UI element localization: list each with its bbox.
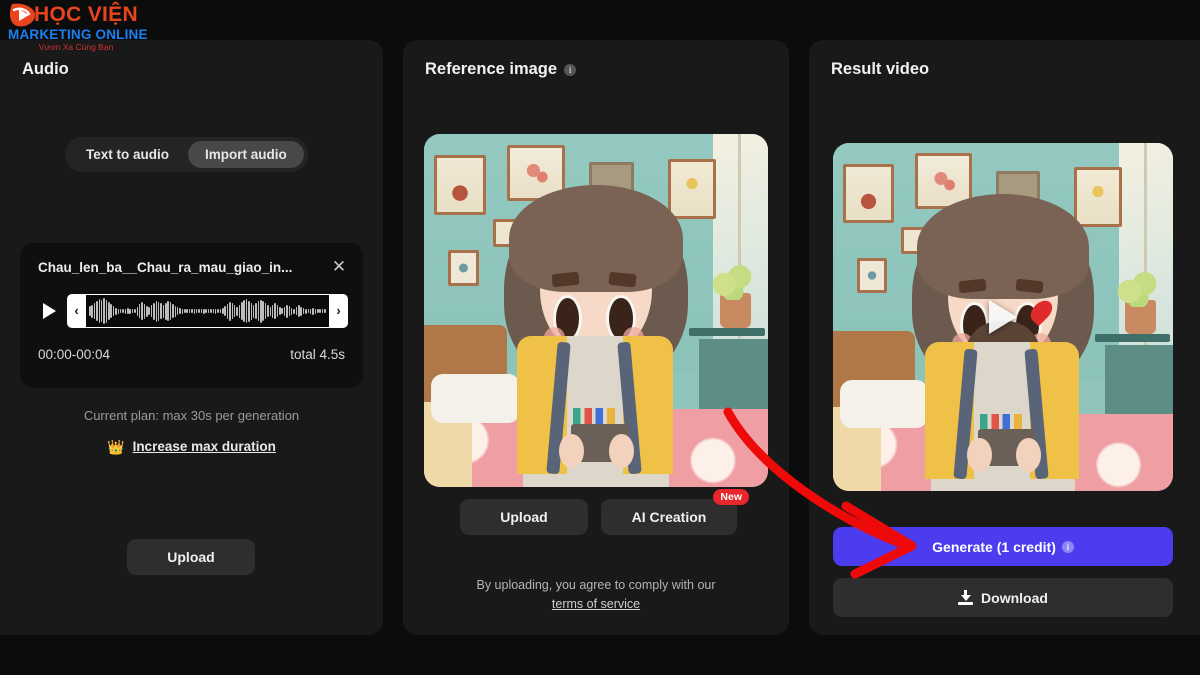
terms-text: By uploading, you agree to comply with o…: [476, 578, 716, 592]
audio-waveform-row: ‹ ›: [36, 293, 348, 329]
audio-file-name: Chau_len_ba__Chau_ra_mau_giao_in...: [38, 260, 293, 275]
result-title-text: Result video: [831, 60, 930, 78]
reference-panel-title: Reference image i: [425, 60, 577, 79]
audio-upload-button[interactable]: Upload: [127, 539, 255, 575]
audio-panel: Audio Text to audio Import audio Chau_le…: [0, 40, 383, 635]
result-panel-title: Result video: [831, 60, 929, 79]
increase-duration-row[interactable]: 👑 Increase max duration: [0, 439, 383, 454]
audio-file-card: Chau_len_ba__Chau_ra_mau_giao_in... ✕ ‹ …: [20, 243, 363, 388]
audio-mode-tabs[interactable]: Text to audio Import audio: [65, 137, 308, 172]
generate-label: Generate (1 credit): [932, 538, 1056, 555]
play-logo-icon: [8, 2, 38, 28]
info-icon[interactable]: i: [564, 63, 577, 76]
audio-upload-label: Upload: [167, 549, 215, 565]
new-badge: New: [713, 489, 749, 505]
audio-time-labels: 00:00-00:04 total 4.5s: [38, 347, 345, 362]
logo-subtitle: MARKETING ONLINE: [8, 27, 148, 42]
reference-illustration: [424, 134, 768, 487]
generate-button[interactable]: Generate (1 credit) i: [833, 527, 1173, 566]
terms-of-service-link[interactable]: terms of service: [552, 597, 640, 611]
result-video-preview[interactable]: [833, 143, 1173, 491]
audio-panel-title: Audio: [22, 60, 69, 79]
ai-creation-label: AI Creation: [631, 509, 707, 525]
waveform[interactable]: [86, 294, 329, 328]
tab-import-audio[interactable]: Import audio: [188, 141, 304, 168]
app-screen: HỌC VIỆN MARKETING ONLINE Vươn Xa Cùng B…: [0, 0, 1200, 675]
watermark-logo: HỌC VIỆN MARKETING ONLINE Vươn Xa Cùng B…: [8, 2, 158, 52]
reference-image-preview[interactable]: [424, 134, 768, 487]
tab-text-to-audio[interactable]: Text to audio: [69, 141, 186, 168]
download-icon: [958, 590, 974, 605]
reference-upload-label: Upload: [500, 509, 548, 525]
current-plan-text: Current plan: max 30s per generation: [83, 408, 300, 423]
page-title-text: Audio: [22, 60, 69, 78]
close-icon[interactable]: ✕: [329, 257, 349, 277]
download-label: Download: [981, 589, 1048, 606]
audio-range-label: 00:00-00:04: [38, 347, 111, 362]
increase-max-duration-link[interactable]: Increase max duration: [133, 439, 276, 454]
audio-total-label: total 4.5s: [290, 347, 345, 362]
crown-icon: 👑: [107, 438, 125, 455]
logo-top-row: HỌC VIỆN: [8, 2, 158, 28]
download-button[interactable]: Download: [833, 578, 1173, 617]
ai-creation-button[interactable]: AI Creation New: [601, 489, 749, 535]
logo-tagline: Vươn Xa Cùng Bạn: [38, 42, 114, 52]
play-icon[interactable]: [36, 298, 62, 324]
chevron-right-icon[interactable]: ›: [329, 294, 348, 328]
play-icon[interactable]: [989, 300, 1017, 334]
info-icon[interactable]: i: [1061, 540, 1074, 553]
terms-notice: By uploading, you agree to comply with o…: [403, 576, 789, 614]
chevron-left-icon[interactable]: ‹: [67, 294, 86, 328]
reference-title-text: Reference image: [425, 60, 558, 78]
audio-trim-control[interactable]: ‹ ›: [67, 294, 348, 328]
logo-title: HỌC VIỆN: [34, 3, 138, 26]
reference-upload-button[interactable]: Upload: [460, 499, 588, 535]
